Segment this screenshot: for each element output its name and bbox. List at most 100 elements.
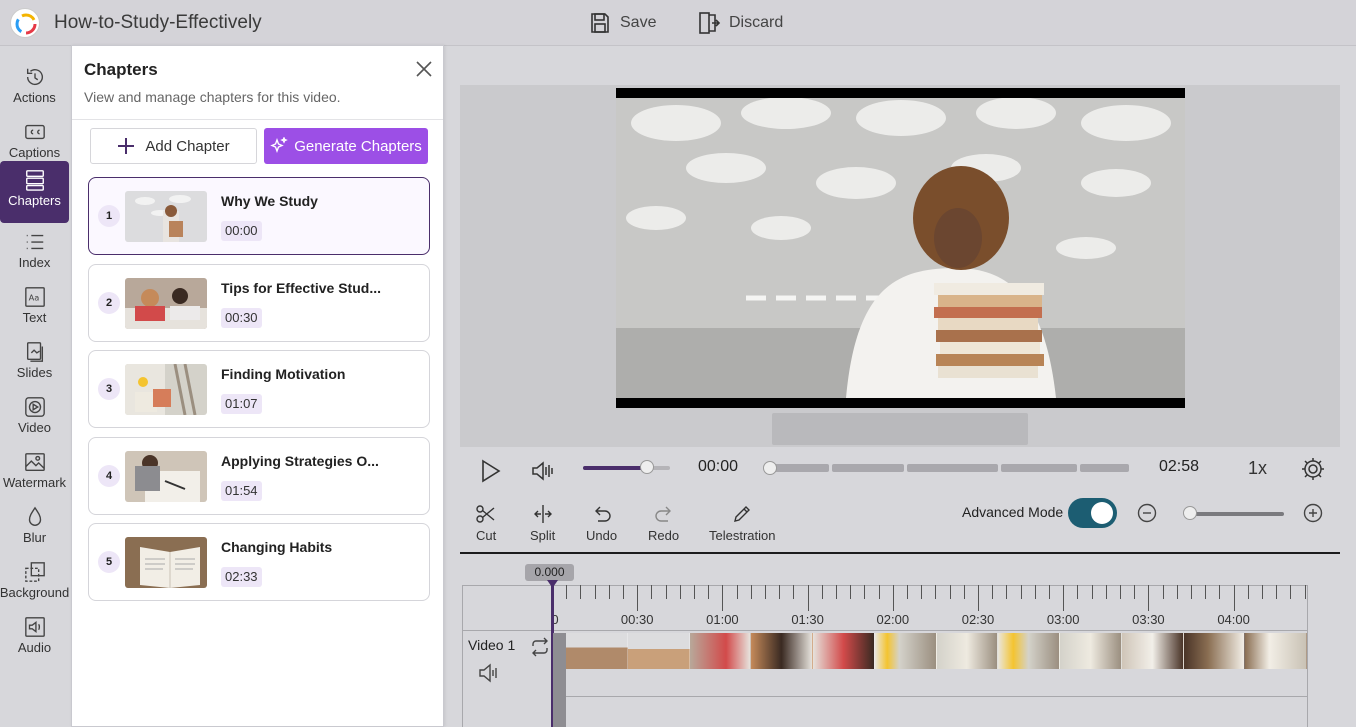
panel-subtitle: View and manage chapters for this video.	[84, 89, 341, 105]
rail-label: Actions	[13, 90, 56, 105]
ruler-tick	[608, 585, 610, 599]
blur-icon	[28, 506, 41, 526]
ruler-tick	[637, 585, 639, 611]
ruler-tick	[1205, 585, 1207, 599]
volume-slider[interactable]	[583, 460, 670, 474]
telestration-button[interactable]: Telestration	[709, 504, 775, 543]
ruler-tick	[1134, 585, 1136, 599]
video-preview[interactable]	[616, 88, 1185, 408]
loop-icon[interactable]	[529, 636, 551, 658]
rail-item-slides[interactable]: Slides	[0, 337, 69, 389]
rail-item-watermark[interactable]: Watermark	[0, 447, 69, 499]
ruler-tick	[779, 585, 781, 599]
rail-item-index[interactable]: Index	[0, 227, 69, 279]
chapter-thumbnail	[125, 364, 207, 415]
clip-frame	[998, 633, 1060, 669]
seek-segment[interactable]	[907, 464, 998, 472]
video-icon	[24, 397, 45, 417]
track-volume-icon[interactable]	[478, 662, 500, 684]
chapter-item[interactable]: 2 Tips for Effective Stud... 00:30	[88, 264, 430, 342]
ruler-tick	[1020, 585, 1022, 599]
play-icon[interactable]	[478, 458, 502, 484]
ruler-tick	[836, 585, 837, 599]
rail-item-background[interactable]: Background	[0, 557, 69, 609]
advanced-mode-toggle[interactable]	[1068, 498, 1117, 528]
rail-item-video[interactable]: Video	[0, 392, 69, 444]
clip-trim-handle[interactable]	[553, 633, 566, 727]
seek-segment[interactable]	[769, 464, 829, 472]
undo-button[interactable]: Undo	[586, 504, 617, 543]
ruler-tick	[1162, 585, 1164, 599]
playback-speed-button[interactable]: 1x	[1248, 458, 1267, 479]
app-logo-icon[interactable]	[10, 8, 40, 38]
ruler-label: 03:00	[1046, 612, 1080, 627]
chapter-item[interactable]: 4 Applying Strategies O... 01:54	[88, 437, 430, 515]
clip-frame	[874, 633, 937, 669]
slides-icon	[26, 342, 43, 362]
zoom-thumb[interactable]	[1183, 506, 1197, 520]
close-icon[interactable]	[415, 60, 433, 78]
ruler-tick	[793, 585, 795, 599]
split-button[interactable]: Split	[530, 504, 555, 543]
chapter-item[interactable]: 3 Finding Motivation 01:07	[88, 350, 430, 428]
seek-segment[interactable]	[1001, 464, 1077, 472]
ruler-tick	[878, 585, 880, 599]
ruler-tick	[1290, 585, 1292, 599]
chapter-number: 2	[98, 292, 120, 314]
add-chapter-button[interactable]: Add Chapter	[90, 128, 257, 164]
ruler-tick	[679, 585, 681, 599]
zoom-slider[interactable]	[1183, 506, 1284, 520]
rail-item-chapters[interactable]: Chapters	[0, 161, 69, 223]
generate-chapters-button[interactable]: Generate Chapters	[264, 128, 428, 164]
seek-segment[interactable]	[832, 464, 904, 472]
ruler-tick	[1233, 585, 1235, 611]
advanced-mode-label: Advanced Mode	[962, 504, 1064, 520]
chapter-item[interactable]: 1 Why We Study 00:00	[88, 177, 430, 255]
ruler-label: 01:00	[706, 612, 739, 627]
redo-icon	[654, 506, 671, 522]
rail-label: Text	[22, 310, 47, 325]
plus-icon	[118, 138, 135, 154]
rail-label: Audio	[17, 640, 52, 655]
rail-item-actions[interactable]: Actions	[0, 62, 69, 114]
zoom-in-icon[interactable]	[1303, 503, 1323, 523]
playhead-time: 0.000	[525, 564, 574, 581]
video-track-clip[interactable]	[566, 633, 1307, 669]
chapter-item[interactable]: 5 Changing Habits 02:33	[88, 523, 430, 601]
pencil-icon	[734, 506, 751, 522]
caption-placeholder[interactable]	[772, 413, 1028, 445]
chapter-thumbnail	[125, 278, 207, 329]
ruler-tick	[1049, 585, 1050, 599]
rail-label: Index	[18, 255, 51, 270]
seek-thumb[interactable]	[763, 461, 777, 475]
rail-item-text[interactable]: Aa Text	[0, 282, 69, 334]
seek-segment[interactable]	[1080, 464, 1129, 472]
chapter-thumbnail	[125, 451, 207, 502]
ruler-tick	[1120, 585, 1121, 599]
volume-icon[interactable]	[530, 458, 554, 484]
cut-button[interactable]: Cut	[476, 504, 496, 543]
rail-item-blur[interactable]: Blur	[0, 502, 69, 554]
timeline-ruler-border	[462, 630, 1308, 631]
ruler-tick	[750, 585, 752, 599]
seek-bar[interactable]	[763, 461, 1129, 475]
settings-icon[interactable]	[1301, 457, 1325, 481]
ruler-tick	[594, 585, 596, 599]
save-button[interactable]: Save	[588, 10, 656, 36]
ruler-tick	[1063, 585, 1065, 611]
clip-frame	[689, 633, 752, 669]
undo-icon	[594, 506, 611, 522]
volume-thumb[interactable]	[640, 460, 655, 474]
discard-button[interactable]: Discard	[697, 10, 783, 36]
rail-item-audio[interactable]: Audio	[0, 612, 69, 664]
ruler-tick	[1219, 585, 1221, 599]
ruler-tick	[694, 585, 695, 599]
rail-label: Slides	[16, 365, 53, 380]
rail-label: Watermark	[2, 475, 67, 490]
rail-label: Captions	[8, 145, 61, 160]
chapter-timestamp: 01:07	[221, 394, 262, 414]
ruler-tick	[765, 585, 766, 599]
zoom-out-icon[interactable]	[1137, 503, 1157, 523]
redo-button[interactable]: Redo	[648, 504, 679, 543]
ruler-tick	[1006, 585, 1008, 599]
